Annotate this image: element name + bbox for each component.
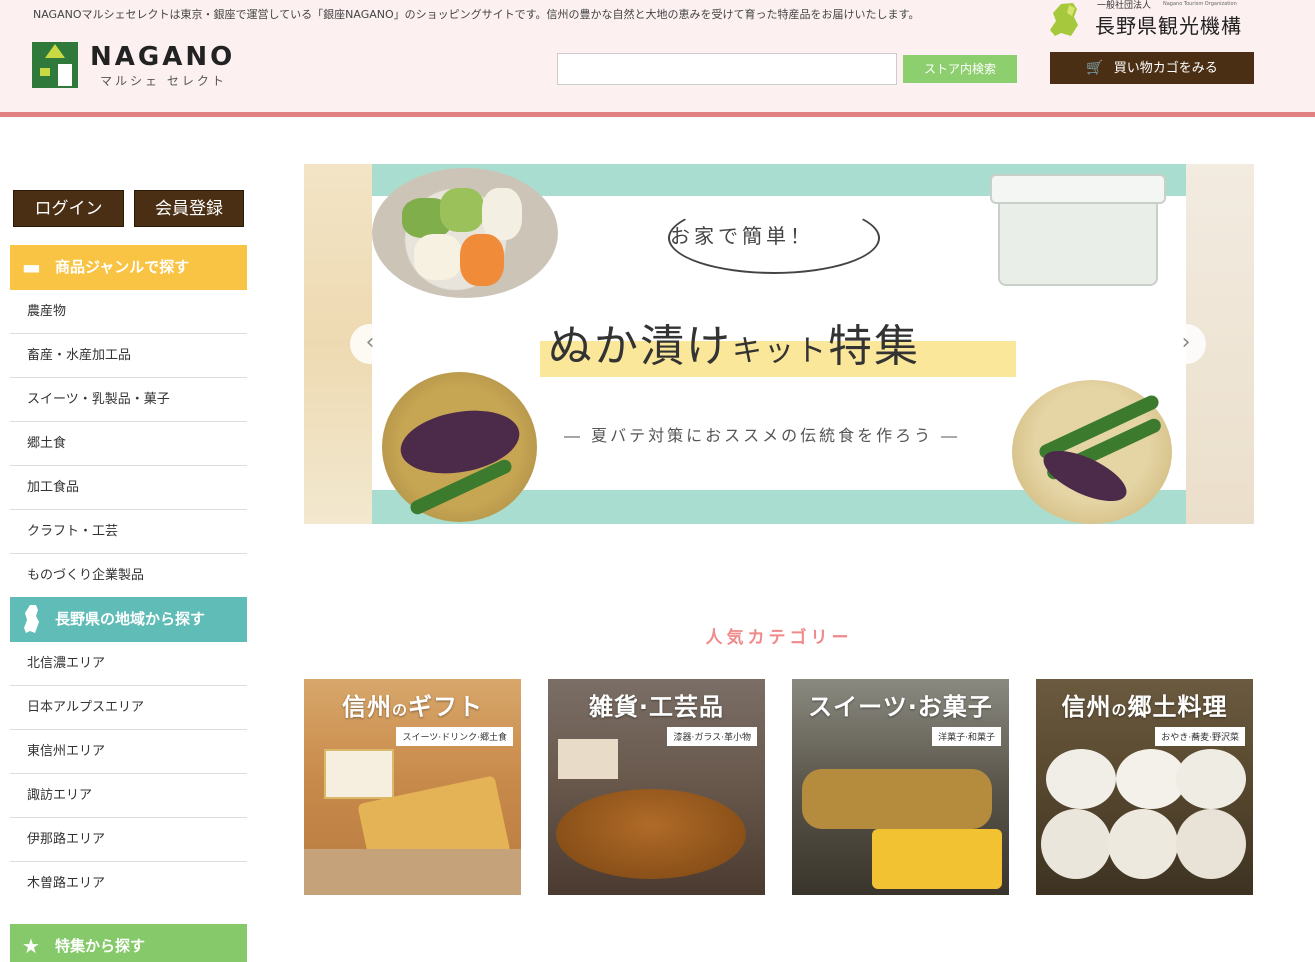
nukazuke-eggplant-image [382,372,537,522]
sidebar-item-genre[interactable]: 畜産・水産加工品 [10,334,247,378]
craft-items-image [558,739,618,779]
hero-slide[interactable]: お家で簡単！ ぬか漬けキット特集 ― 夏バテ対策におススメの伝統食を作ろう ― [372,164,1186,524]
site-logo[interactable]: NAGANO マルシェ セレクト [32,42,232,88]
header-divider [0,112,1315,117]
banner-title-end: 特集 [828,321,920,372]
sidebar-item-region[interactable]: 伊那路エリア [10,818,247,862]
genre-list: 農産物 畜産・水産加工品 スイーツ・乳製品・菓子 郷土食 加工食品 クラフト・工… [10,290,247,598]
sidebar-item-genre[interactable]: ものづくり企業製品 [10,554,247,598]
banner-subtitle: ― 夏バテ対策におススメの伝統食を作ろう ― [564,426,961,445]
site-tagline: NAGANOマルシェセレクトは東京・銀座で運営している「銀座NAGANO」のショ… [33,8,920,21]
sidebar-item-genre[interactable]: スイーツ・乳製品・菓子 [10,378,247,422]
banner-title-small: キット [732,334,828,369]
sidebar-item-genre[interactable]: 郷土食 [10,422,247,466]
category-title: 信州のギフト [341,693,483,721]
category-tag: おやき·蕎麦·野沢菜 [1155,727,1245,746]
region-list: 北信濃エリア 日本アルプスエリア 東信州エリア 諏訪エリア 伊那路エリア 木曽路… [10,642,247,906]
store-search-input[interactable] [557,53,897,85]
carousel-prev-button[interactable]: ‹ [350,324,390,364]
org-english-name: Nagano Tourism Organization [1163,1,1237,7]
sidebar-item-genre[interactable]: クラフト・工芸 [10,510,247,554]
register-button[interactable]: 会員登録 [134,190,244,227]
category-title: スイーツ·お菓子 [808,693,993,721]
vegetables-basket-image [1012,380,1172,524]
montblanc-cake-image [802,769,992,829]
region-section-heading[interactable]: 長野県の地域から探す [10,597,247,642]
category-card-gift[interactable]: 信州のギフト スイーツ·ドリンク·郷土食 [304,679,521,895]
genre-section-heading[interactable]: ▬ 商品ジャンルで探す [10,245,247,290]
banner-title: ぬか漬けキット特集 [548,310,920,374]
sidebar-item-region[interactable]: 北信濃エリア [10,642,247,686]
category-card-crafts[interactable]: 雑貨·工芸品 漆器·ガラス·革小物 [548,679,765,895]
banner-catchcopy: お家で簡単！ [670,224,814,248]
folder-icon: ▬ [22,255,41,279]
site-header: NAGANOマルシェセレクトは東京・銀座で運営している「銀座NAGANO」のショ… [0,0,1315,112]
category-card-sweets[interactable]: スイーツ·お菓子 洋菓子·和菓子 [792,679,1009,895]
sidebar-item-genre[interactable]: 加工食品 [10,466,247,510]
nuka-pot-image [990,168,1166,298]
nagano-map-icon [1050,3,1078,36]
view-cart-label: 買い物カゴをみる [1113,61,1218,76]
logo-subtitle: マルシェ セレクト [100,74,227,88]
banner-title-main: ぬか漬け [548,321,732,372]
cheesecake-image [872,829,1002,889]
category-tag: スイーツ·ドリンク·郷土食 [396,727,513,746]
nagano-map-icon [24,605,39,633]
chevron-left-icon: ‹ [365,330,375,355]
carousel-next-button[interactable]: › [1166,324,1206,364]
category-tag: 洋菓子·和菓子 [932,727,1001,746]
gift-box-image [324,749,394,799]
category-title: 信州の郷土料理 [1061,693,1228,721]
category-tag: 漆器·ガラス·革小物 [667,727,757,746]
logo-text: NAGANO [90,42,236,72]
login-button[interactable]: ログイン [13,190,124,227]
region-heading-label: 長野県の地域から探す [55,610,206,628]
view-cart-button[interactable]: 🛒 買い物カゴをみる [1050,52,1254,84]
pickles-plate-image [372,168,558,298]
sidebar-item-region[interactable]: 日本アルプスエリア [10,686,247,730]
shopping-basket-icon: 🛒 [1086,60,1104,76]
chevron-right-icon: › [1181,330,1191,355]
feature-heading-label: 特集から探す [55,937,146,955]
sidebar-item-region[interactable]: 東信州エリア [10,730,247,774]
category-title: 雑貨·工芸品 [588,693,725,721]
store-search-button[interactable]: ストア内検索 [903,55,1017,83]
sidebar-item-region[interactable]: 諏訪エリア [10,774,247,818]
star-icon: ★ [22,934,40,958]
wooden-bento-image [556,789,746,879]
oyaki-image [1046,749,1116,809]
genre-heading-label: 商品ジャンルで探す [55,258,190,276]
org-name: 長野県観光機構 [1095,14,1242,38]
sidebar-item-genre[interactable]: 農産物 [10,290,247,334]
logo-mark-icon [32,42,78,88]
popular-categories-heading: 人気カテゴリー [705,628,853,648]
category-card-local-food[interactable]: 信州の郷土料理 おやき·蕎麦·野沢菜 [1036,679,1253,895]
sidebar-item-region[interactable]: 木曽路エリア [10,862,247,906]
carousel-pagination [680,956,880,962]
hero-carousel[interactable]: お家で簡単！ ぬか漬けキット特集 ― 夏バテ対策におススメの伝統食を作ろう ― … [304,164,1254,524]
feature-section-heading[interactable]: ★ 特集から探す [10,924,247,962]
org-logo[interactable]: 一般社団法人 Nagano Tourism Organization 長野県観光… [1045,0,1260,40]
